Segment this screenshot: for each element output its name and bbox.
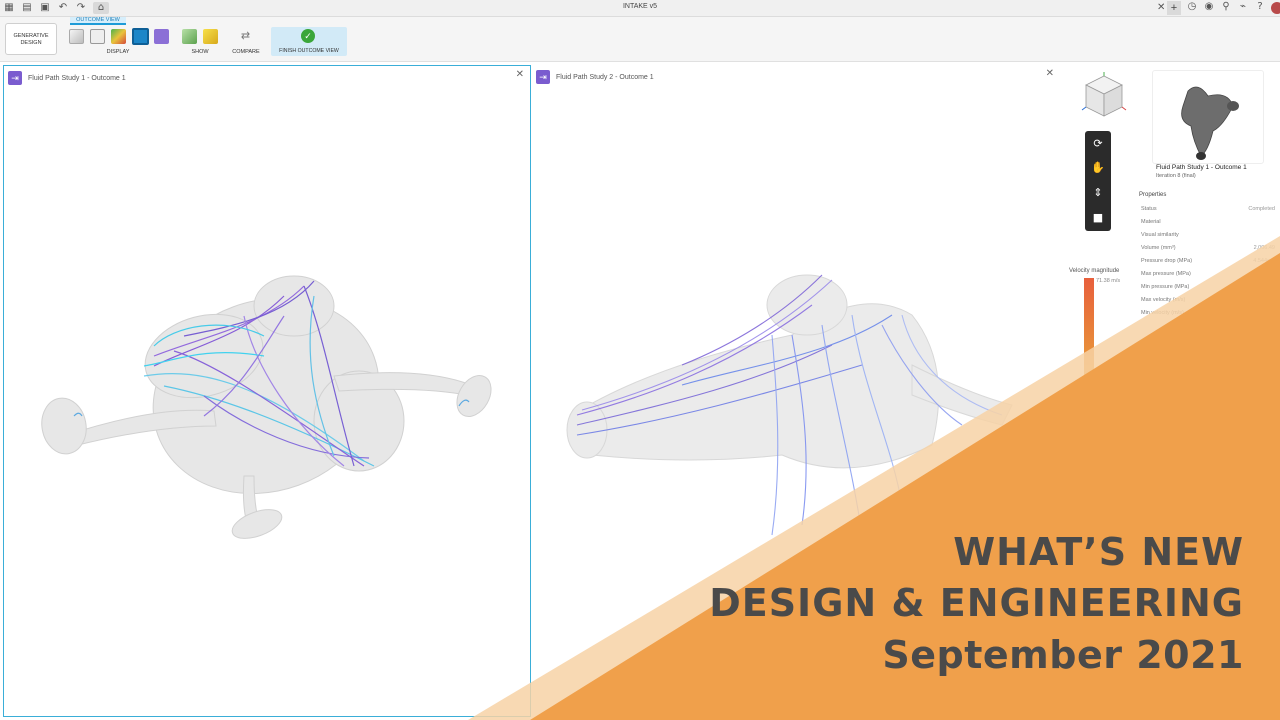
finish-outcome-view-button[interactable]: ✓ FINISH OUTCOME VIEW xyxy=(271,27,347,56)
display-group-label[interactable]: DISPLAY xyxy=(100,49,136,55)
undo-icon[interactable]: ↶ xyxy=(57,2,69,14)
display-solid-icon[interactable] xyxy=(69,29,84,44)
legend-mid-label: 35.69 m/s xyxy=(1096,484,1121,490)
property-value: 5.808e-4 xyxy=(1253,271,1275,277)
property-row: Min velocity (m/s) 0e+0 xyxy=(1141,310,1275,316)
outcome-icon: ⇥ xyxy=(536,70,550,84)
property-value: 2,006.49 xyxy=(1253,245,1275,251)
extensions-icon[interactable]: ⚲ xyxy=(1220,1,1232,13)
viewport-2-header: ⇥ Fluid Path Study 2 - Outcome 1 xyxy=(536,70,654,84)
property-value: 0e+0 xyxy=(1262,310,1275,316)
workspace-label-line1: GENERATIVE xyxy=(13,33,49,39)
updates-icon[interactable]: ⌁ xyxy=(1237,1,1249,13)
property-row: Volume (mm³) 2,006.49 xyxy=(1141,245,1275,251)
thumbnail-title: Fluid Path Study 1 - Outcome 1 xyxy=(1156,164,1247,171)
show-group-label[interactable]: SHOW xyxy=(185,49,215,55)
title-bar-right-icons: + ◷ ◉ ⚲ ⌁ ? xyxy=(1167,1,1280,15)
orbit-icon[interactable]: ⟳ xyxy=(1085,137,1111,150)
property-row: Max pressure (MPa) 5.808e-4 xyxy=(1141,271,1275,277)
show-obstacles-icon[interactable] xyxy=(203,29,218,44)
property-row: Min pressure (MPa) -2.405e-5 xyxy=(1141,284,1275,290)
property-row: Visual similarity xyxy=(1141,232,1275,238)
viewport-1-title: Fluid Path Study 1 - Outcome 1 xyxy=(28,74,126,82)
property-label: Pressure drop (MPa) xyxy=(1141,258,1193,264)
redo-icon[interactable]: ↷ xyxy=(75,2,87,14)
save-icon[interactable]: ▣ xyxy=(39,2,51,14)
property-value: 4.544e-4 xyxy=(1253,258,1275,264)
outcome-thumbnail[interactable] xyxy=(1152,70,1264,164)
properties-heading: Properties xyxy=(1139,192,1167,198)
viewport-study-1[interactable]: ⇥ Fluid Path Study 1 - Outcome 1 ✕ xyxy=(3,65,531,717)
help-icon[interactable]: ? xyxy=(1254,1,1266,13)
file-menu-icon[interactable]: ▤ xyxy=(21,2,33,14)
property-row: Max velocity (m/s) 71.38 xyxy=(1141,297,1275,303)
close-document-icon[interactable]: ✕ xyxy=(1157,2,1165,13)
tab-outcome-view[interactable]: OUTCOME VIEW xyxy=(70,17,126,25)
close-viewport-1-icon[interactable]: ✕ xyxy=(516,69,524,80)
property-label: Min velocity (m/s) xyxy=(1141,310,1184,316)
new-tab-button[interactable]: + xyxy=(1167,1,1181,15)
pan-hand-icon[interactable]: ✋ xyxy=(1085,161,1111,174)
display-wireframe-icon[interactable] xyxy=(90,29,105,44)
legend-max-label: 71.38 m/s xyxy=(1096,278,1121,284)
view-cube-icon[interactable] xyxy=(1076,70,1132,126)
banner-line-3: September 2021 xyxy=(882,633,1244,677)
zoom-icon[interactable]: ⇕ xyxy=(1085,186,1111,199)
toolbar: GENERATIVE DESIGN OUTCOME VIEW DISPLAY S… xyxy=(0,17,1280,62)
legend-min-label: 0e+0 m/s xyxy=(1096,689,1119,695)
property-label: Max velocity (m/s) xyxy=(1141,297,1186,303)
property-row: Pressure drop (MPa) 4.544e-4 xyxy=(1141,258,1275,264)
velocity-legend-bar xyxy=(1084,278,1094,692)
flow-visualization-1 xyxy=(41,275,492,539)
workspace-label-line2: DESIGN xyxy=(20,40,42,46)
title-bar-left-icons: ▦ ▤ ▣ ↶ ↷ ⌂ xyxy=(3,2,109,14)
camera-icon[interactable]: ■ xyxy=(1085,211,1111,224)
display-flow-lines-icon[interactable] xyxy=(132,28,149,45)
property-label: Visual similarity xyxy=(1141,232,1179,238)
property-label: Status xyxy=(1141,206,1157,212)
user-avatar[interactable] xyxy=(1271,2,1280,14)
viewport-1-header: ⇥ Fluid Path Study 1 - Outcome 1 xyxy=(8,71,126,85)
property-label: Max pressure (MPa) xyxy=(1141,271,1191,277)
fusion-app-window: ▦ ▤ ▣ ↶ ↷ ⌂ INTAKE v5 ✕ + ◷ ◉ ⚲ ⌁ ? GENE… xyxy=(0,0,1280,720)
compare-group-label[interactable]: COMPARE xyxy=(228,49,264,55)
home-icon[interactable]: ⌂ xyxy=(93,2,109,14)
document-title: INTAKE v5 xyxy=(622,3,658,10)
app-grid-icon[interactable]: ▦ xyxy=(3,2,15,14)
property-label: Min pressure (MPa) xyxy=(1141,284,1190,290)
finish-outcome-view-label: FINISH OUTCOME VIEW xyxy=(279,48,339,54)
property-row: Material xyxy=(1141,219,1275,225)
job-status-icon[interactable]: ◷ xyxy=(1186,1,1198,13)
close-viewport-2-icon[interactable]: ✕ xyxy=(1046,68,1054,79)
property-row: Status Completed xyxy=(1141,206,1275,212)
property-value: -2.405e-5 xyxy=(1251,284,1275,290)
outcome-thumbnail-image xyxy=(1181,86,1239,160)
display-results-icon[interactable] xyxy=(111,29,126,44)
display-flow-direction-icon[interactable] xyxy=(154,29,169,44)
checkmark-icon: ✓ xyxy=(301,29,315,43)
title-bar: ▦ ▤ ▣ ↶ ↷ ⌂ INTAKE v5 ✕ + ◷ ◉ ⚲ ⌁ ? xyxy=(0,0,1280,17)
thumbnail-subtitle: Iteration 8 (final) xyxy=(1156,173,1196,179)
banner-line-2: DESIGN & ENGINEERING xyxy=(709,581,1244,625)
compare-icon[interactable]: ⇄ xyxy=(238,29,253,44)
workspace-switcher-button[interactable]: GENERATIVE DESIGN xyxy=(5,23,57,55)
show-geometry-icon[interactable] xyxy=(182,29,197,44)
viewport-2-title: Fluid Path Study 2 - Outcome 1 xyxy=(556,73,654,81)
notifications-icon[interactable]: ◉ xyxy=(1203,1,1215,13)
navigation-bar: ⟳ ✋ ⇕ ■ xyxy=(1085,131,1111,231)
property-label: Material xyxy=(1141,219,1161,225)
property-label: Volume (mm³) xyxy=(1141,245,1176,251)
property-value: 71.38 xyxy=(1261,297,1275,303)
property-value: Completed xyxy=(1248,206,1275,212)
legend-title: Velocity magnitude xyxy=(1069,268,1120,274)
banner-line-1: WHAT’S NEW xyxy=(953,530,1244,574)
outcome-icon: ⇥ xyxy=(8,71,22,85)
